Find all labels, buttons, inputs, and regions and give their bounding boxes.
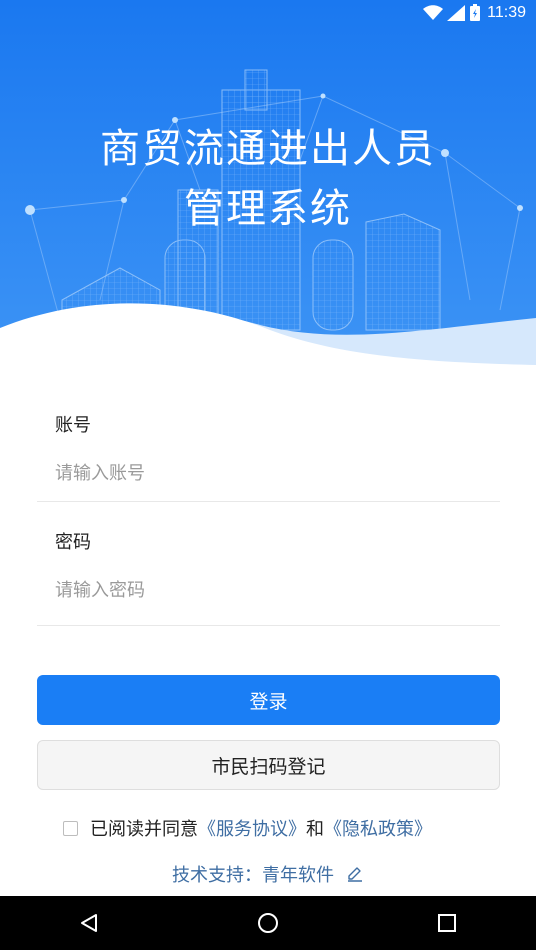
service-agreement-link[interactable]: 《服务协议》: [198, 815, 306, 841]
system-nav-bar: [0, 896, 536, 950]
agreement-row: 已阅读并同意 《服务协议》 和 《隐私政策》: [63, 814, 432, 842]
recents-icon: [437, 914, 456, 932]
citizen-scan-button-label: 市民扫码登记: [211, 755, 326, 778]
signal-icon: [447, 5, 466, 21]
nav-recents-button[interactable]: [417, 896, 477, 950]
agreement-checkbox[interactable]: [63, 820, 78, 836]
password-label: 密码: [55, 532, 91, 553]
account-divider: [37, 501, 500, 502]
header-banner: 商贸流通进出人员 管理系统: [0, 0, 536, 365]
agreement-and: 和: [306, 819, 324, 840]
edit-pencil-icon[interactable]: [346, 865, 364, 883]
tech-support-text: 技术支持：青年软件: [172, 865, 334, 886]
account-input[interactable]: [55, 455, 495, 491]
privacy-policy-link[interactable]: 《隐私政策》: [324, 815, 432, 841]
home-icon: [257, 913, 278, 933]
citizen-scan-register-button[interactable]: 市民扫码登记: [37, 740, 500, 790]
back-icon: [81, 914, 98, 932]
app-title-line1: 商贸流通进出人员: [100, 126, 436, 172]
login-button[interactable]: 登录: [37, 675, 500, 725]
app-title-line2: 管理系统: [184, 186, 352, 232]
login-button-label: 登录: [249, 690, 288, 713]
nav-home-button[interactable]: [238, 896, 298, 950]
password-divider: [37, 625, 500, 626]
nav-back-button[interactable]: [59, 896, 119, 950]
battery-icon: [470, 4, 481, 21]
tech-support-row: 技术支持：青年软件: [0, 860, 536, 888]
wifi-icon: [423, 5, 444, 20]
account-label: 账号: [55, 415, 91, 436]
status-time: 11:39: [487, 4, 526, 21]
agreement-prefix: 已阅读并同意: [90, 819, 198, 840]
password-input[interactable]: [55, 572, 495, 608]
status-bar: 11:39: [0, 0, 536, 26]
